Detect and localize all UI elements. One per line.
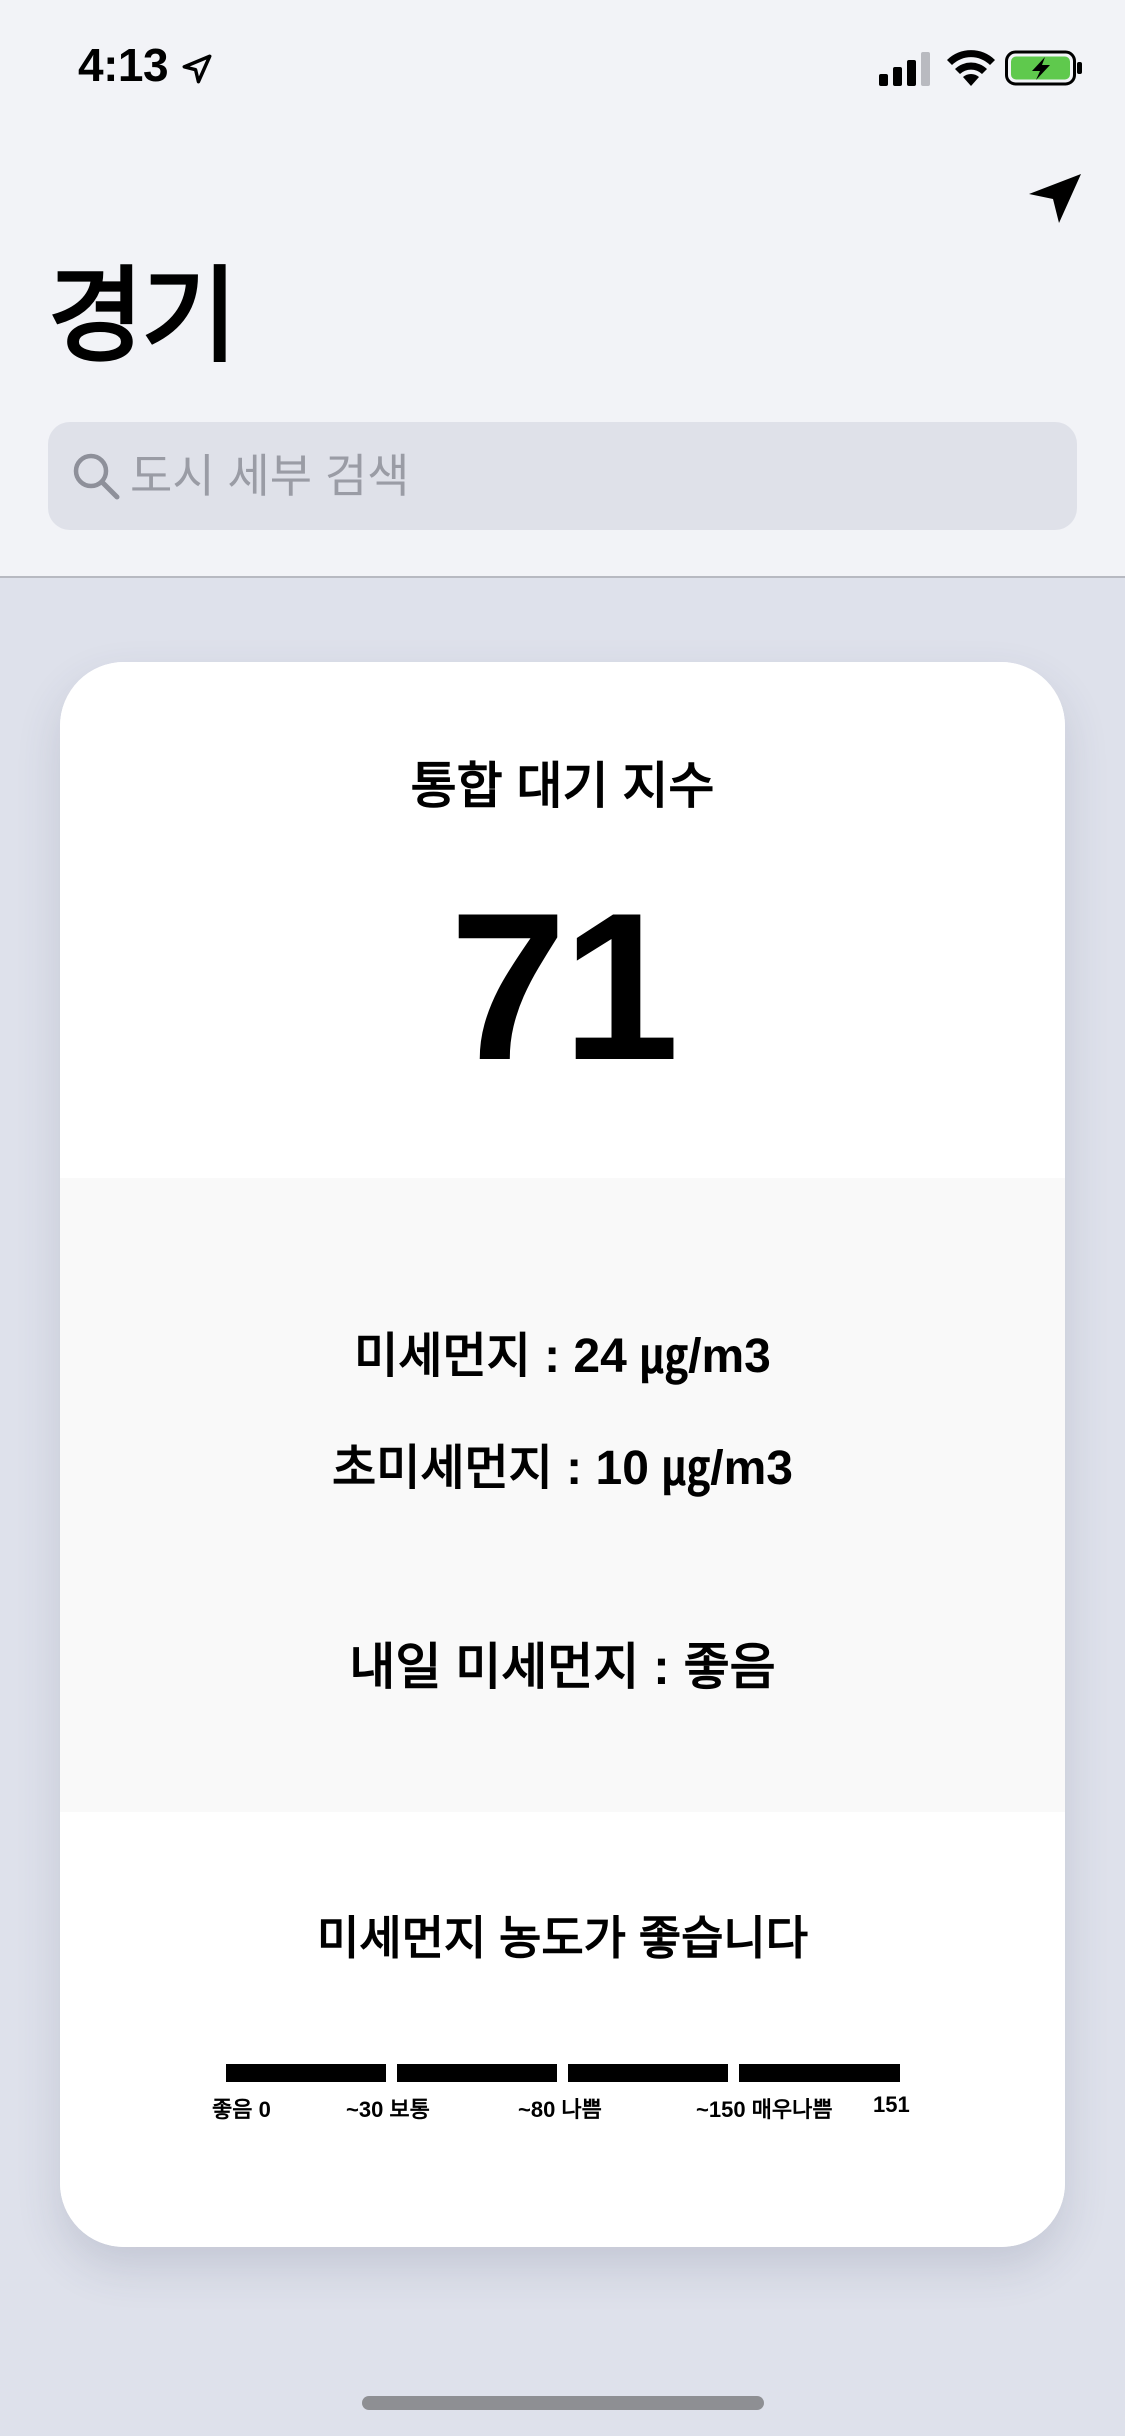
home-indicator[interactable] [362, 2396, 764, 2410]
cellular-signal-icon [879, 52, 930, 86]
aqi-section: 통합 대기 지수 71 [60, 662, 1065, 1178]
search-bar[interactable] [48, 422, 1077, 530]
header-area: 4:13 경기 [0, 0, 1125, 578]
page-title: 경기 [48, 259, 237, 375]
battery-charging-icon [1005, 50, 1082, 86]
air-quality-card: 통합 대기 지수 71 미세먼지 : 24 ㎍/m3 초미세먼지 : 10 ㎍/… [60, 662, 1065, 2247]
status-time: 4:13 [78, 39, 169, 91]
status-message: 미세먼지 농도가 좋습니다 [316, 1912, 809, 1964]
scale-bar-very-bad [739, 2064, 900, 2082]
aqi-value: 71 [449, 869, 680, 1104]
scale-label-good: 좋음 0 [212, 2097, 271, 2122]
scale-label-max: 151 [873, 2092, 910, 2117]
location-button[interactable] [1025, 168, 1085, 228]
scale-label-normal: ~30 보통 [346, 2097, 430, 2122]
scale-bar-bad [568, 2064, 728, 2082]
scale-bar-normal [397, 2064, 557, 2082]
status-section: 미세먼지 농도가 좋습니다 좋음 0 ~30 보통 ~80 나쁨 ~150 매우… [60, 1812, 1065, 2247]
scale-label-bad: ~80 나쁨 [518, 2097, 602, 2122]
aqi-scale [226, 2064, 900, 2082]
scale-bar-good [226, 2064, 386, 2082]
scale-label-very-bad: ~150 매우나쁨 [696, 2097, 833, 2122]
aqi-label: 통합 대기 지수 [410, 758, 715, 814]
location-arrow-icon [182, 54, 212, 84]
wifi-icon [947, 50, 995, 86]
pm25-reading: 초미세먼지 : 10 ㎍/m3 [332, 1442, 793, 1495]
tomorrow-forecast: 내일 미세먼지 : 좋음 [349, 1639, 776, 1695]
dust-details-section: 미세먼지 : 24 ㎍/m3 초미세먼지 : 10 ㎍/m3 내일 미세먼지 :… [60, 1178, 1065, 1812]
pm10-reading: 미세먼지 : 24 ㎍/m3 [354, 1330, 771, 1383]
search-icon [73, 453, 120, 500]
search-input[interactable] [130, 422, 1050, 530]
